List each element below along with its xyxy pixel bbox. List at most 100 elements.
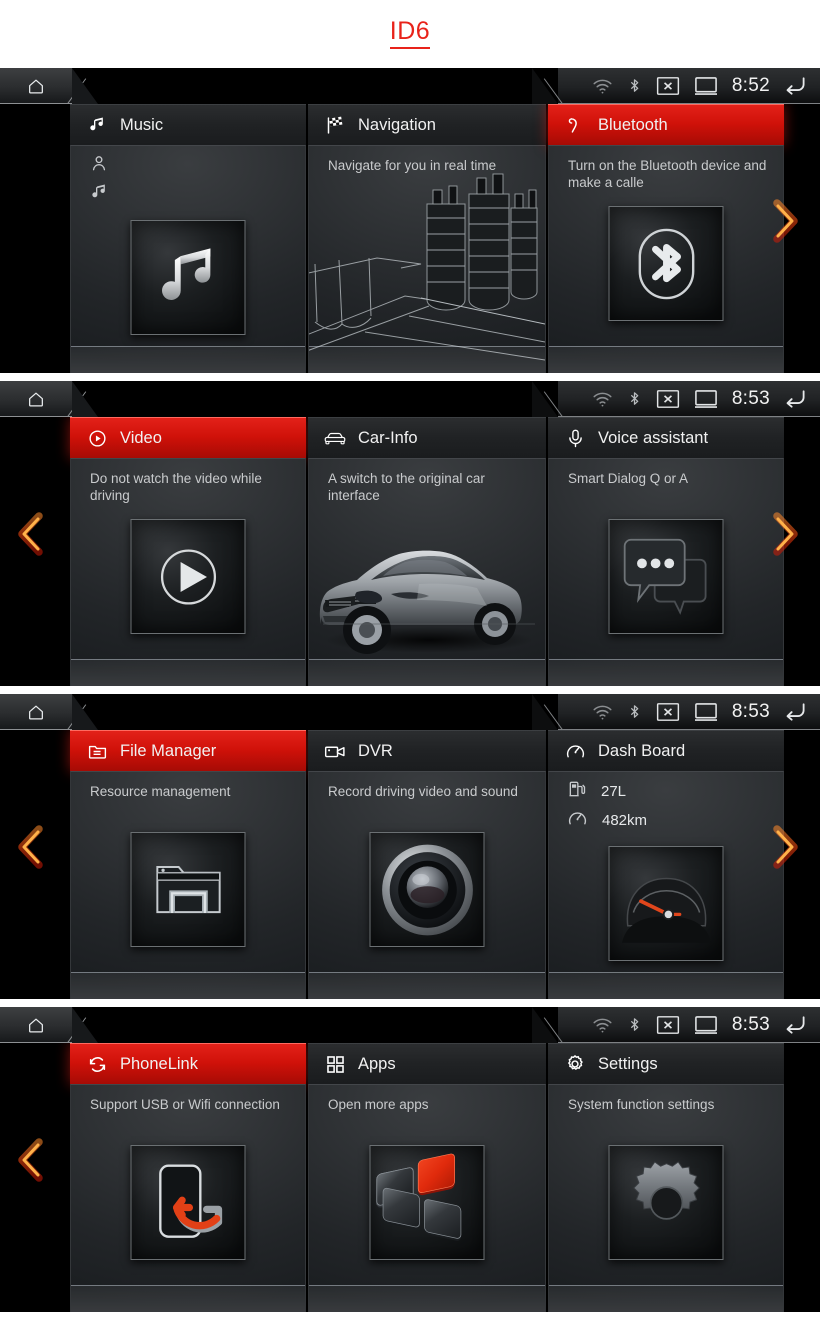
- next-page-arrow[interactable]: [768, 824, 802, 870]
- card-body[interactable]: System function settings: [548, 1084, 784, 1312]
- card-header[interactable]: Voice assistant: [548, 417, 784, 458]
- app-card-navigation[interactable]: Navigation Navigate for you in real time: [308, 104, 546, 373]
- wifi-icon[interactable]: [592, 390, 613, 408]
- app-card-phonelink[interactable]: PhoneLink Support USB or Wifi connection: [70, 1043, 306, 1312]
- prev-page-arrow[interactable]: [14, 824, 48, 870]
- x-box-icon[interactable]: [656, 1015, 680, 1035]
- home-button[interactable]: [0, 694, 98, 730]
- app-card-music[interactable]: Music: [70, 104, 306, 373]
- checkered-flag-icon: [324, 114, 346, 136]
- bluetooth-icon[interactable]: [626, 1014, 643, 1035]
- back-arrow-icon[interactable]: [783, 701, 808, 722]
- app-card-column: Navigation Navigate for you in real time: [308, 104, 546, 373]
- card-title: DVR: [358, 741, 393, 760]
- screen-panel: 8:53 File Manager Resource management DV…: [0, 694, 820, 999]
- phone-handset-icon: [564, 114, 586, 136]
- card-body[interactable]: [70, 145, 306, 373]
- card-thumbnail[interactable]: [608, 1145, 724, 1260]
- screen-icon[interactable]: [693, 1014, 719, 1036]
- card-header[interactable]: Navigation: [308, 104, 546, 145]
- card-thumbnail[interactable]: [130, 519, 246, 634]
- wifi-icon[interactable]: [592, 77, 613, 95]
- wifi-icon[interactable]: [592, 703, 613, 721]
- card-body[interactable]: Smart Dialog Q or A: [548, 458, 784, 686]
- card-header[interactable]: File Manager: [70, 730, 306, 771]
- app-card-dash-board[interactable]: Dash Board 27L 482km: [548, 730, 784, 999]
- screen-icon[interactable]: [693, 701, 719, 723]
- card-header[interactable]: Bluetooth: [548, 104, 784, 145]
- card-thumbnail[interactable]: [130, 220, 246, 335]
- wifi-icon[interactable]: [592, 1016, 613, 1034]
- home-icon: [26, 77, 46, 95]
- home-button[interactable]: [0, 68, 98, 104]
- screen-icon[interactable]: [693, 388, 719, 410]
- home-button[interactable]: [0, 381, 98, 417]
- home-icon: [26, 703, 46, 721]
- x-box-icon[interactable]: [656, 389, 680, 409]
- app-card-video[interactable]: Video Do not watch the video while drivi…: [70, 417, 306, 686]
- next-page-arrow[interactable]: [768, 198, 802, 244]
- card-header[interactable]: Video: [70, 417, 306, 458]
- card-body[interactable]: Support USB or Wifi connection: [70, 1084, 306, 1312]
- card-body[interactable]: A switch to the original car interface: [308, 458, 546, 686]
- card-thumbnail[interactable]: [608, 846, 724, 961]
- person-icon: [89, 153, 109, 178]
- card-sub-list: [89, 154, 123, 206]
- card-body[interactable]: Do not watch the video while driving: [70, 458, 306, 686]
- x-box-icon[interactable]: [656, 76, 680, 96]
- home-button[interactable]: [0, 1007, 98, 1043]
- card-header[interactable]: Apps: [308, 1043, 546, 1084]
- card-description: Open more apps: [328, 1097, 429, 1112]
- card-title: Navigation: [358, 115, 436, 134]
- card-header[interactable]: Car-Info: [308, 417, 546, 458]
- card-header[interactable]: PhoneLink: [70, 1043, 306, 1084]
- app-card-dvr[interactable]: DVR Record driving video and sound: [308, 730, 546, 999]
- screen-icon[interactable]: [693, 75, 719, 97]
- gauge-icon: [567, 808, 588, 834]
- card-header[interactable]: Settings: [548, 1043, 784, 1084]
- app-card-settings[interactable]: Settings System function settings: [548, 1043, 784, 1312]
- card-header[interactable]: DVR: [308, 730, 546, 771]
- folder-lines-icon: [86, 740, 108, 762]
- back-arrow-icon[interactable]: [783, 388, 808, 409]
- back-arrow-icon[interactable]: [783, 1014, 808, 1035]
- car-front-icon: [324, 427, 346, 449]
- status-bar: 8:53: [0, 694, 820, 730]
- card-body[interactable]: Navigate for you in real time: [308, 145, 546, 373]
- card-thumbnail[interactable]: [369, 832, 485, 947]
- card-description: Resource management: [90, 784, 231, 799]
- gauge-icon: [564, 740, 586, 762]
- card-header[interactable]: Dash Board: [548, 730, 784, 771]
- card-body[interactable]: 27L 482km: [548, 771, 784, 999]
- app-card-voice-assistant[interactable]: Voice assistant Smart Dialog Q or A: [548, 417, 784, 686]
- card-body[interactable]: Record driving video and sound: [308, 771, 546, 999]
- app-card-car-info[interactable]: Car-Info A switch to the original car in…: [308, 417, 546, 686]
- bluetooth-icon[interactable]: [626, 701, 643, 722]
- card-description: Navigate for you in real time: [328, 158, 497, 173]
- bluetooth-icon[interactable]: [626, 388, 643, 409]
- card-title: Bluetooth: [598, 115, 668, 134]
- card-sub-value: 27L: [601, 783, 627, 800]
- page-title: ID6: [389, 19, 431, 49]
- card-body[interactable]: Open more apps: [308, 1084, 546, 1312]
- card-title: Dash Board: [598, 741, 686, 760]
- music-note-icon: [86, 114, 108, 136]
- app-card-file-manager[interactable]: File Manager Resource management: [70, 730, 306, 999]
- prev-page-arrow[interactable]: [14, 511, 48, 557]
- app-card-bluetooth[interactable]: Bluetooth Turn on the Bluetooth device a…: [548, 104, 784, 373]
- app-card-apps[interactable]: Apps Open more apps: [308, 1043, 546, 1312]
- music-note-icon: [89, 182, 109, 207]
- card-thumbnail[interactable]: [608, 206, 724, 321]
- x-box-icon[interactable]: [656, 702, 680, 722]
- card-body[interactable]: Turn on the Bluetooth device and make a …: [548, 145, 784, 373]
- next-page-arrow[interactable]: [768, 511, 802, 557]
- card-thumbnail[interactable]: [130, 1145, 246, 1260]
- prev-page-arrow[interactable]: [14, 1137, 48, 1183]
- card-thumbnail[interactable]: [130, 832, 246, 947]
- back-arrow-icon[interactable]: [783, 75, 808, 96]
- card-header[interactable]: Music: [70, 104, 306, 145]
- bluetooth-icon[interactable]: [626, 75, 643, 96]
- card-body[interactable]: Resource management: [70, 771, 306, 999]
- card-thumbnail[interactable]: [369, 1145, 485, 1260]
- card-thumbnail[interactable]: [608, 519, 724, 634]
